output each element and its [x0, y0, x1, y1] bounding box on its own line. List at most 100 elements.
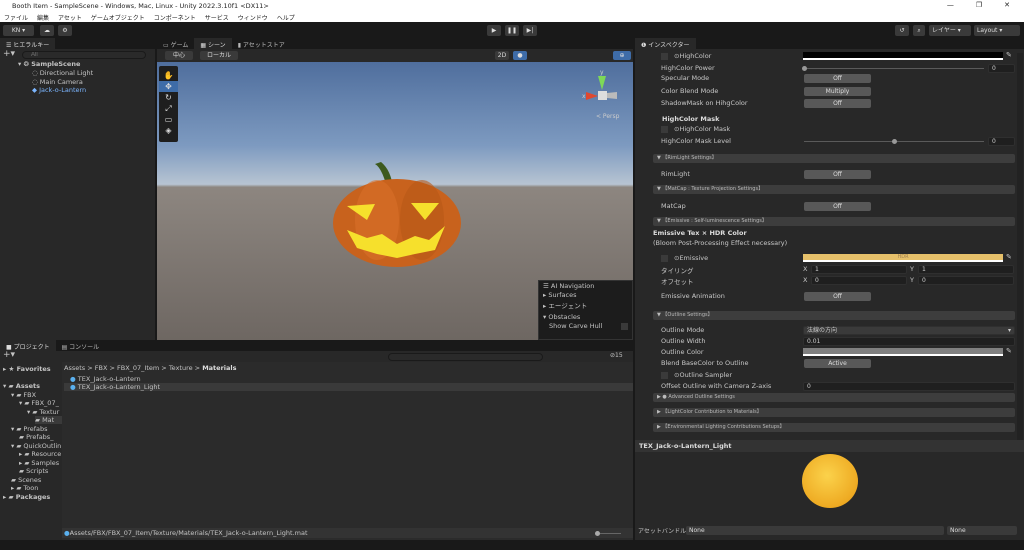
y-field[interactable]: 1 — [918, 265, 1014, 274]
zoom-slider[interactable] — [595, 531, 621, 536]
emissive-animation-button[interactable]: Off — [804, 292, 871, 301]
settings-icon[interactable]: ⚙ — [58, 25, 72, 36]
x-field[interactable]: 1 — [811, 265, 907, 274]
section-header[interactable]: ▶ 【Environmental Lighting Contributions … — [653, 423, 1015, 432]
file-item-selected[interactable]: ● TEX_Jack-o-Lantern_Light — [64, 383, 633, 391]
section-header[interactable]: ▶ 【LightColor Contribution to Materials】 — [653, 408, 1015, 417]
value-field[interactable]: 0.01 — [803, 337, 1015, 346]
checkbox[interactable] — [661, 125, 668, 133]
slider-thumb[interactable] — [802, 66, 807, 71]
history-icon[interactable]: ↺ — [895, 25, 909, 36]
section-header[interactable]: ▼ 【Outline Settings】 — [653, 311, 1015, 320]
tab-game[interactable]: ▭ ゲーム — [157, 38, 194, 49]
hierarchy-item[interactable]: ◆ Jack-o-Lantern — [32, 86, 86, 94]
folder-item[interactable]: ▾ ▰ Textur — [27, 408, 59, 416]
checkbox[interactable] — [661, 254, 668, 262]
color-blend-mode-button[interactable]: Multiply — [804, 87, 871, 96]
mode-2d-button[interactable]: 2D — [495, 51, 509, 60]
hand-tool-icon[interactable]: ✋ — [159, 70, 178, 81]
matcap-button[interactable]: Off — [804, 202, 871, 211]
folder-item[interactable]: ▾ ▰ Assets — [3, 382, 40, 390]
menu-item[interactable]: ウィンドウ — [238, 13, 268, 22]
breadcrumb-item[interactable]: FBX_07_Item — [117, 364, 159, 372]
eyedropper-icon[interactable]: ✎ — [1006, 51, 1012, 59]
material-preview-sphere[interactable] — [802, 454, 858, 508]
jack-o-lantern-model[interactable] — [327, 158, 472, 273]
inspector-scrollbar[interactable] — [1017, 53, 1023, 443]
transform-tool-icon[interactable]: ◈ — [159, 125, 178, 136]
folder-item[interactable]: ▰ Mat — [35, 416, 62, 424]
color-field[interactable] — [803, 52, 1003, 60]
hierarchy-search-input[interactable] — [22, 51, 146, 59]
slider-thumb[interactable] — [892, 139, 897, 144]
play-button[interactable]: ▶ — [487, 25, 501, 36]
folder-item[interactable]: ▾ ▰ FBX_07_ — [19, 399, 59, 407]
rect-tool-icon[interactable]: ▭ — [159, 114, 178, 125]
menu-item[interactable]: ゲームオブジェクト — [91, 13, 145, 22]
rimlight-button[interactable]: Off — [804, 170, 871, 179]
folder-item[interactable]: ▾ ▰ QuickOutlin — [11, 442, 61, 450]
section-header[interactable]: ▶ ● Advanced Outline Settings — [653, 393, 1015, 402]
rotate-tool-icon[interactable]: ↻ — [159, 92, 178, 103]
file-item[interactable]: ● TEX_Jack-o-Lantern — [70, 375, 630, 383]
breadcrumb-item[interactable]: Materials — [202, 364, 236, 372]
add-button[interactable]: +▾ — [3, 49, 15, 59]
dropdown[interactable]: 法線の方向 ▾ — [803, 326, 1015, 335]
slider-track[interactable] — [804, 68, 984, 69]
layers-dropdown[interactable]: レイヤー ▾ — [929, 25, 971, 36]
folder-item[interactable]: ▰ Prefabs_ — [19, 433, 53, 441]
gizmos-button[interactable]: ⊕ — [613, 51, 631, 60]
y-field[interactable]: 0 — [918, 276, 1014, 285]
checkbox[interactable] — [661, 371, 668, 379]
tab-inspector[interactable]: ❶ インスペクター — [635, 38, 696, 49]
pivot-dropdown[interactable]: 中心 — [165, 51, 193, 60]
minimize-button[interactable]: — — [947, 1, 954, 9]
value-field[interactable]: 0 — [803, 382, 1015, 391]
folder-item[interactable]: ▸ ★ Favorites — [3, 365, 51, 373]
close-button[interactable]: ✕ — [1004, 1, 1010, 9]
specular-mode-button[interactable]: Off — [804, 74, 871, 83]
hierarchy-item[interactable]: ◌ Directional Light — [32, 69, 93, 77]
search-icon[interactable]: ⌕ — [913, 25, 925, 36]
section-header[interactable]: ▼ 【MatCap : Texture Projection Settings】 — [653, 185, 1015, 194]
folder-item[interactable]: ▸ ▰ Packages — [3, 493, 50, 501]
folder-item[interactable]: ▰ Scenes — [11, 476, 41, 484]
overlay-item-surfaces[interactable]: ▸ Surfaces — [543, 290, 628, 301]
slider-value-field[interactable]: 0 — [988, 64, 1015, 73]
folder-item[interactable]: ▸ ▰ Toon — [11, 484, 38, 492]
cloud-icon[interactable]: ☁ — [40, 25, 54, 36]
color-field[interactable] — [803, 348, 1003, 356]
pause-button[interactable]: ❚❚ — [505, 25, 519, 36]
checkbox[interactable] — [661, 52, 668, 60]
menu-item[interactable]: コンポーネント — [154, 13, 196, 22]
create-button[interactable]: +▾ — [3, 350, 15, 360]
step-button[interactable]: ▶| — [523, 25, 537, 36]
account-button[interactable]: KN ▾ — [3, 25, 34, 36]
scale-tool-icon[interactable]: ⤢ — [159, 103, 178, 114]
tab-asset-store[interactable]: ▮ アセットストア — [232, 38, 291, 49]
menu-item[interactable]: アセット — [58, 13, 82, 22]
folder-item[interactable]: ▾ ▰ Prefabs — [11, 425, 48, 433]
hidden-count[interactable]: ⊘15 — [610, 352, 623, 359]
breadcrumb-item[interactable]: Assets — [64, 364, 85, 372]
menu-item[interactable]: サービス — [205, 13, 229, 22]
layout-dropdown[interactable]: Layout ▾ — [974, 25, 1020, 36]
tab-console[interactable]: ▤ コンソール — [56, 340, 106, 351]
eyedropper-icon[interactable]: ✎ — [1006, 253, 1012, 261]
breadcrumb-item[interactable]: Texture — [169, 364, 193, 372]
project-search-input[interactable] — [388, 353, 543, 361]
checkbox[interactable] — [621, 323, 628, 330]
scene-root[interactable]: ▾ ❂ SampleScene — [18, 60, 80, 68]
folder-item[interactable]: ▸ ▰ Resource — [19, 450, 61, 458]
orientation-gizmo[interactable]: y x < Persp — [582, 68, 632, 128]
folder-item[interactable]: ▸ ▰ Samples — [19, 459, 59, 467]
scene-viewport[interactable]: ✋ ✥ ↻ ⤢ ▭ ◈ y x < Persp ☰ AI Navigation ▸ Sur… — [157, 62, 633, 340]
slider-thumb[interactable] — [595, 531, 600, 536]
hierarchy-item[interactable]: ◌ Main Camera — [32, 78, 83, 86]
eyedropper-icon[interactable]: ✎ — [1006, 347, 1012, 355]
menu-item[interactable]: ファイル — [4, 13, 28, 22]
menu-item[interactable]: 編集 — [37, 13, 49, 22]
lighting-toggle[interactable]: ● — [513, 51, 527, 60]
folder-item[interactable]: ▾ ▰ FBX — [11, 391, 36, 399]
color-field[interactable]: HDR — [803, 254, 1003, 262]
